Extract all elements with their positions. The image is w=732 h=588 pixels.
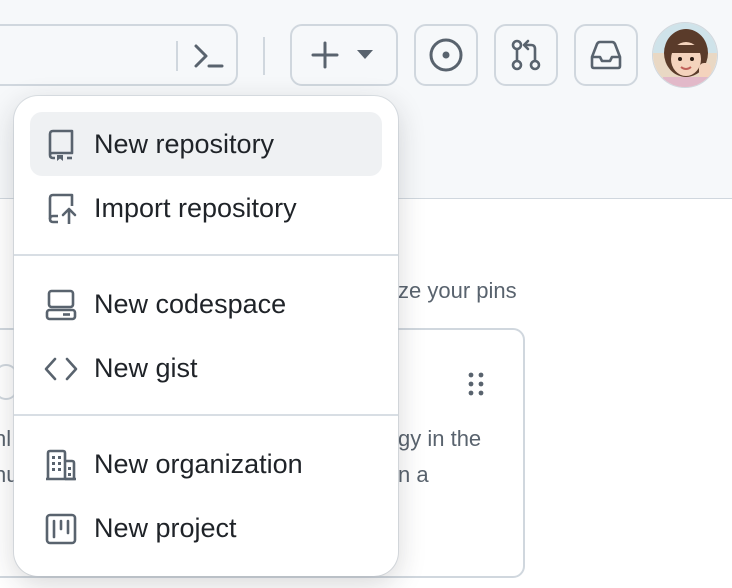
menu-item-new-repository[interactable]: New repository	[30, 112, 382, 176]
project-icon	[45, 513, 77, 545]
plus-icon	[311, 41, 339, 69]
repo-push-icon	[48, 193, 77, 224]
pull-request-icon	[511, 39, 541, 71]
menu-item-new-gist[interactable]: New gist	[30, 336, 382, 400]
grabber-icon[interactable]	[464, 370, 488, 398]
menu-item-import-repository[interactable]: Import repository	[30, 176, 382, 240]
menu-divider	[14, 414, 398, 416]
code-icon	[44, 357, 78, 381]
inbox-icon	[590, 40, 622, 70]
menu-item-new-organization[interactable]: New organization	[30, 432, 382, 496]
card-description-line2: n a	[398, 462, 429, 487]
avatar-image	[653, 23, 717, 87]
command-palette-icon[interactable]	[190, 38, 226, 74]
menu-item-label: New project	[94, 513, 237, 543]
repo-icon	[48, 129, 74, 161]
card-left-text-line3: ·	[0, 498, 1, 524]
codespaces-icon	[45, 289, 77, 321]
search-divider	[176, 41, 178, 71]
create-new-button[interactable]	[290, 24, 398, 86]
menu-item-label: Import repository	[94, 193, 297, 223]
pins-hint-text: ze your pins	[398, 278, 517, 303]
header-divider	[263, 37, 265, 75]
menu-item-label: New gist	[94, 353, 198, 383]
card-description-line1: gy in the	[398, 426, 482, 451]
issues-button[interactable]	[414, 24, 478, 86]
menu-item-label: New repository	[94, 129, 275, 159]
menu-item-new-codespace[interactable]: New codespace	[30, 272, 382, 336]
menu-item-new-project[interactable]: New project	[30, 496, 382, 560]
organization-icon	[46, 449, 76, 481]
pull-requests-button[interactable]	[494, 24, 558, 86]
triangle-down-icon	[357, 50, 373, 59]
create-new-menu: New repository Import repository New cod…	[14, 96, 398, 576]
menu-item-label: New organization	[94, 449, 303, 479]
inbox-button[interactable]	[574, 24, 638, 86]
card-left-text-line1: hl	[0, 426, 12, 451]
menu-divider	[14, 254, 398, 256]
issues-icon	[429, 38, 463, 72]
user-avatar[interactable]	[652, 22, 718, 88]
menu-item-label: New codespace	[94, 289, 287, 319]
